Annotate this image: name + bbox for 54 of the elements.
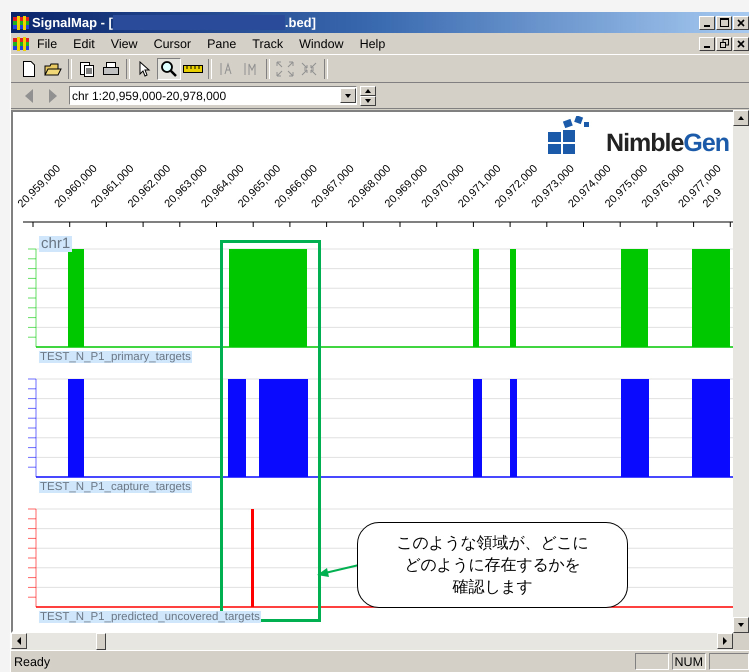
scroll-up-button[interactable] [733,110,749,126]
maximize-icon [720,18,728,27]
menu-item[interactable]: Help [352,36,394,50]
chromosome-label: chr1 [39,236,72,252]
menu-item[interactable]: File [29,36,66,50]
close-button[interactable] [733,36,749,50]
minimize-icon [704,24,710,26]
callout-text: どのように存在するかを [404,554,580,576]
track-label: TEST_N_P1_capture_targets [39,481,192,493]
track-label: TEST_N_P1_predicted_uncovered_targets [39,611,261,623]
menu-item[interactable]: Track [244,36,292,50]
dropdown-button[interactable] [340,88,356,103]
minimize-button[interactable] [699,16,715,30]
locator-field[interactable]: chr 1:20,959,000-20,978,000 [70,87,340,104]
search-icon[interactable] [160,60,178,78]
app-icon [13,36,29,52]
spin-down-button[interactable] [360,96,376,106]
restore-button[interactable] [716,36,732,50]
status-panel [634,653,669,670]
minimize-icon [704,46,710,48]
ruler-icon[interactable] [183,64,203,74]
close-icon [737,40,745,48]
menu-item[interactable]: Window [291,36,352,50]
document-icon[interactable] [79,60,95,76]
close-button[interactable] [733,16,749,30]
scroll-right-button[interactable] [717,633,733,649]
pointer-icon[interactable] [139,60,151,76]
new-document-icon[interactable] [22,60,36,76]
callout-text: このような領域が、どこに [396,532,588,554]
window-title-suffix: .bed] [284,15,316,30]
status-text: Ready [14,654,50,668]
spin-up-button[interactable] [360,86,376,96]
logo-text: NimbleGen [606,131,729,156]
locator-combo[interactable]: chr 1:20,959,000-20,978,000 [69,86,357,105]
folder-icon[interactable] [44,60,62,76]
menu-item[interactable]: Cursor [146,36,200,50]
menu-item[interactable]: Pane [199,36,244,50]
minimize-button[interactable] [699,36,715,50]
scroll-left-button[interactable] [11,633,27,649]
track-label: TEST_N_P1_primary_targets [39,351,192,363]
printer-icon[interactable] [102,60,120,76]
status-panel [709,653,749,670]
restore-icon [720,39,728,48]
app-icon [13,14,29,30]
menu-item[interactable]: View [102,36,146,50]
maximize-button[interactable] [716,16,732,30]
close-icon [737,18,745,26]
status-indicator: NUM [672,653,706,670]
menu-item[interactable]: Edit [65,36,103,50]
window-title: SignalMap - [ [32,15,113,30]
callout-text: 確認します [452,576,532,598]
caret-right-icon [720,636,730,646]
scroll-thumb[interactable] [96,633,106,650]
scroll-down-button[interactable] [733,617,749,633]
